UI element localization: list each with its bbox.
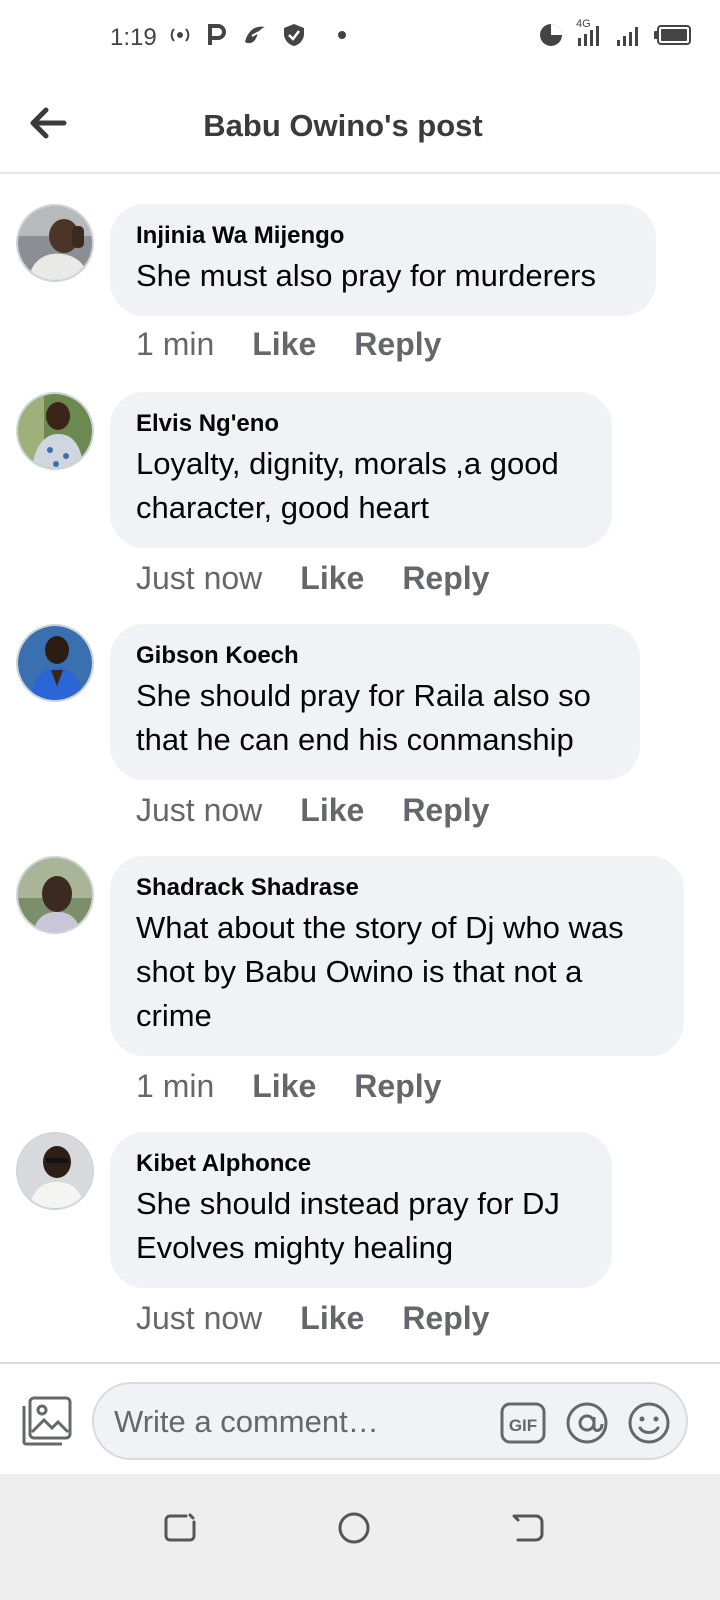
comment-actions: Just now Like Reply xyxy=(136,560,489,597)
comment-bubble: Gibson Koech She should pray for Raila a… xyxy=(110,624,640,780)
like-button[interactable]: Like xyxy=(300,560,364,597)
like-button[interactable]: Like xyxy=(300,792,364,829)
comment-item: Injinia Wa Mijengo She must also pray fo… xyxy=(0,176,720,376)
comment-actions: 1 min Like Reply xyxy=(136,326,441,363)
avatar[interactable] xyxy=(16,204,94,282)
page-title: Babu Owino's post xyxy=(203,108,483,143)
like-button[interactable]: Like xyxy=(252,1068,316,1105)
signal-4g-icon: 4G xyxy=(574,18,604,48)
status-time: 1:19 xyxy=(110,24,157,51)
recents-icon xyxy=(164,1513,196,1542)
back-icon xyxy=(512,1514,544,1542)
comment-item: Kibet Alphonce She should instead pray f… xyxy=(0,1132,720,1372)
signal-icon xyxy=(617,27,638,46)
comment-text: She should instead pray for DJ Evolves m… xyxy=(136,1186,560,1265)
comment-bubble: Shadrack Shadrase What about the story o… xyxy=(110,856,684,1056)
comment-item: Gibson Koech She should pray for Raila a… xyxy=(0,624,720,844)
post-header: Babu Owino's post xyxy=(0,80,720,174)
comment-time: Just now xyxy=(136,1300,263,1336)
emoji-icon xyxy=(628,1402,670,1444)
comment-author[interactable]: Kibet Alphonce xyxy=(136,1150,311,1178)
reply-button[interactable]: Reply xyxy=(402,1300,489,1337)
bird-app-icon xyxy=(245,26,265,44)
home-icon xyxy=(338,1512,370,1544)
comment-actions: Just now Like Reply xyxy=(136,792,489,829)
comment-text: She must also pray for murderers xyxy=(136,258,597,293)
data-saver-icon xyxy=(540,24,562,46)
like-button[interactable]: Like xyxy=(252,326,316,363)
mention-button[interactable] xyxy=(564,1400,610,1446)
comment-bubble: Elvis Ng'eno Loyalty, dignity, morals ,a… xyxy=(110,392,612,548)
like-button[interactable]: Like xyxy=(300,1300,364,1337)
mention-icon xyxy=(566,1402,608,1444)
comment-text: What about the story of Dj who was shot … xyxy=(136,910,624,1033)
battery-icon xyxy=(654,25,691,45)
comment-input-box[interactable]: GIF xyxy=(92,1382,688,1460)
avatar[interactable] xyxy=(16,392,94,470)
comment-actions: 1 min Like Reply xyxy=(136,1068,441,1105)
status-icons-right: 4G xyxy=(538,18,692,48)
comment-text: She should pray for Raila also so that h… xyxy=(136,678,591,757)
comment-time: 1 min xyxy=(136,1068,215,1104)
dot-icon xyxy=(338,31,346,39)
avatar[interactable] xyxy=(16,856,94,934)
reply-button[interactable]: Reply xyxy=(354,326,441,363)
gif-label: GIF xyxy=(509,1416,537,1435)
system-nav-bar xyxy=(0,1474,720,1600)
reply-button[interactable]: Reply xyxy=(354,1068,441,1105)
shield-check-icon xyxy=(284,24,304,46)
comment-input[interactable] xyxy=(114,1398,494,1446)
gif-icon: GIF xyxy=(500,1402,546,1444)
parking-icon xyxy=(208,24,226,45)
recents-button[interactable] xyxy=(156,1504,204,1552)
reply-button[interactable]: Reply xyxy=(402,792,489,829)
comment-bubble: Kibet Alphonce She should instead pray f… xyxy=(110,1132,612,1288)
comment-item: Elvis Ng'eno Loyalty, dignity, morals ,a… xyxy=(0,392,720,612)
home-button[interactable] xyxy=(330,1504,378,1552)
emoji-button[interactable] xyxy=(626,1400,672,1446)
add-photo-button[interactable] xyxy=(20,1394,74,1448)
comment-time: Just now xyxy=(136,560,263,596)
avatar[interactable] xyxy=(16,1132,94,1210)
comment-time: 1 min xyxy=(136,326,215,362)
comment-author[interactable]: Gibson Koech xyxy=(136,642,299,670)
status-icons-left xyxy=(164,22,348,48)
comment-author[interactable]: Elvis Ng'eno xyxy=(136,410,279,438)
hotspot-icon xyxy=(170,28,190,42)
comment-author[interactable]: Shadrack Shadrase xyxy=(136,874,359,902)
status-bar: 1:19 4G xyxy=(0,0,720,80)
gif-button[interactable]: GIF xyxy=(500,1400,546,1446)
avatar[interactable] xyxy=(16,624,94,702)
nav-back-button[interactable] xyxy=(504,1504,552,1552)
comment-composer: GIF xyxy=(0,1362,720,1474)
comment-item: Shadrack Shadrase What about the story o… xyxy=(0,856,720,1126)
comment-time: Just now xyxy=(136,792,263,828)
comment-list[interactable]: Injinia Wa Mijengo She must also pray fo… xyxy=(0,176,720,1392)
comment-actions: Just now Like Reply xyxy=(136,1300,489,1337)
comment-author[interactable]: Injinia Wa Mijengo xyxy=(136,222,344,250)
photo-icon xyxy=(22,1396,72,1446)
reply-button[interactable]: Reply xyxy=(402,560,489,597)
comment-bubble: Injinia Wa Mijengo She must also pray fo… xyxy=(110,204,656,316)
comment-text: Loyalty, dignity, morals ,a good charact… xyxy=(136,446,559,525)
